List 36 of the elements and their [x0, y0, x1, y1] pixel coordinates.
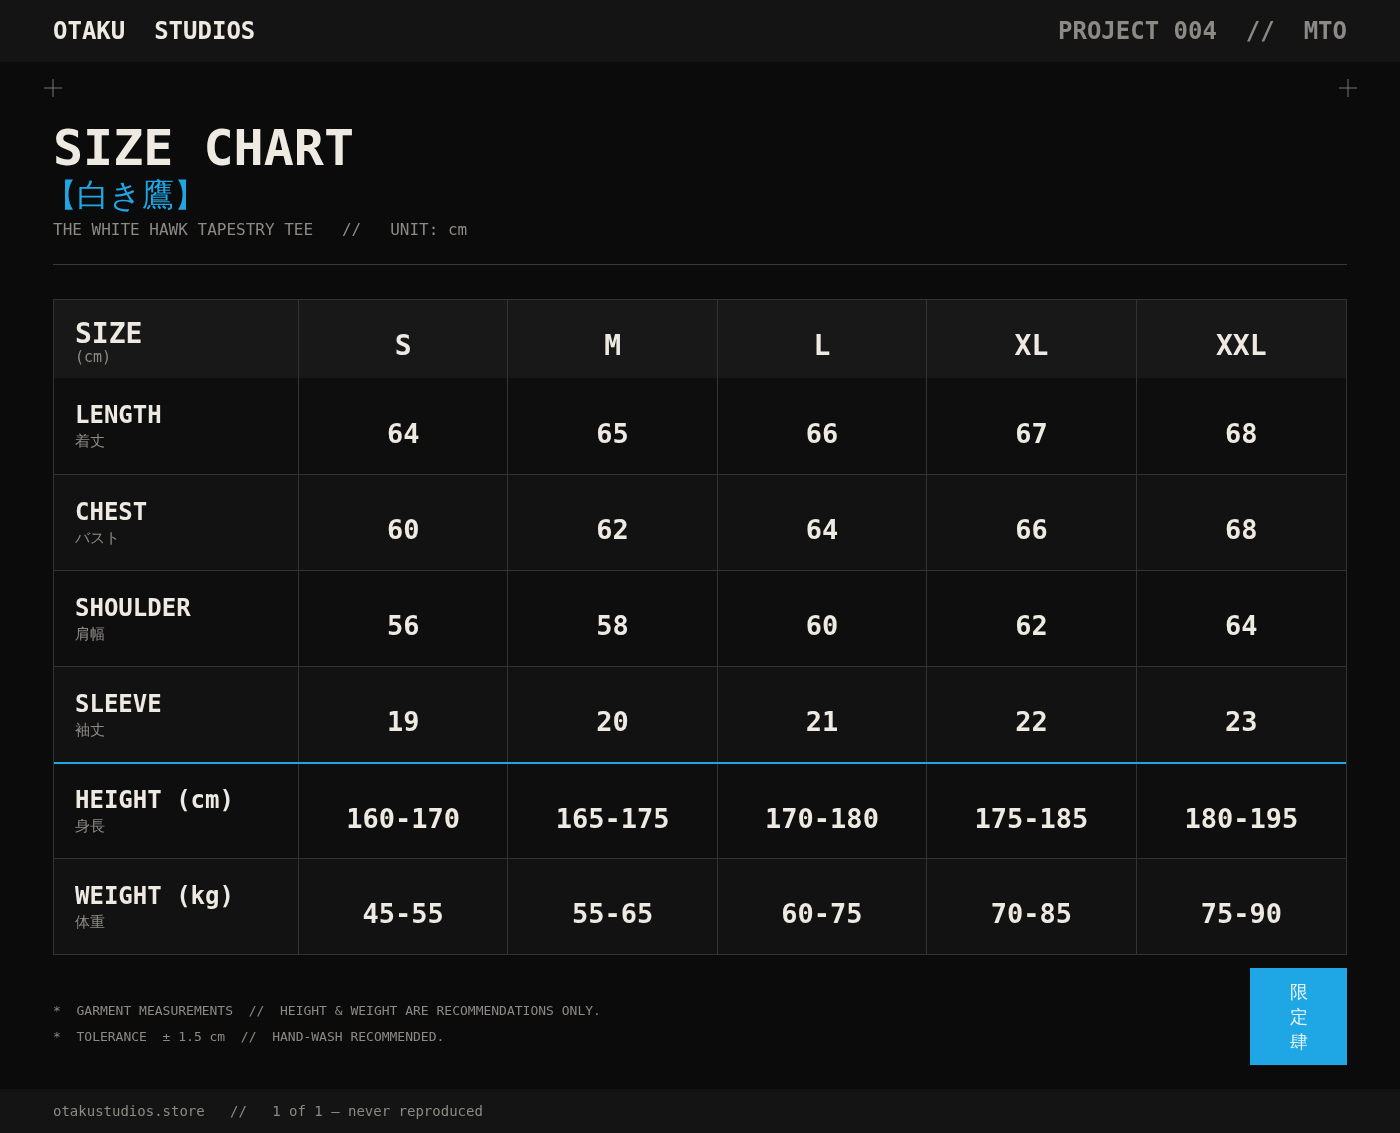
row-label-japanese: 着丈 [75, 431, 106, 452]
row-label: WEIGHT (kg) [75, 880, 235, 911]
footer-text: otakustudios.store // 1 of 1 — never reproduced [53, 1101, 483, 1121]
table-cell: 60-75 [717, 859, 928, 954]
brand-name: OTAKU STUDIOS [53, 16, 256, 47]
project-label: PROJECT 004 // MTO [1058, 16, 1347, 47]
header-label: SIZE [75, 320, 144, 348]
row-label: SLEEVE [75, 688, 163, 719]
table-cell: 70-85 [927, 859, 1137, 954]
table-cell: 45-55 [299, 859, 509, 954]
stamp-badge: 限定肆 [1250, 968, 1347, 1065]
row-label-japanese: 肩幅 [75, 623, 106, 645]
crosshair-icon [44, 79, 62, 97]
footnote: * TOLERANCE ± 1.5 cm // HAND-WASH RECOMMENDED. [53, 1027, 446, 1046]
table-cell-text: 64 [1224, 609, 1259, 644]
row-label: HEIGHT (cm) [75, 785, 235, 815]
table-cell-text: 23 [1224, 705, 1259, 740]
page-title: SIZE CHART [53, 120, 356, 176]
unit-label: (cm) [75, 348, 113, 366]
crosshair-icon [1339, 79, 1357, 97]
table-cell: 55-65 [508, 859, 718, 954]
column-header: XXL [1215, 328, 1268, 364]
row-label-japanese: 身長 [75, 816, 106, 837]
footnote: * GARMENT MEASUREMENTS // HEIGHT & WEIGHT ARE RECOMMENDATIONS ONLY. [53, 1002, 601, 1020]
row-label: SHOULDER [75, 592, 192, 623]
table-cell-text: 68 [1224, 513, 1259, 548]
table-cell-text: 68 [1224, 416, 1259, 451]
table-cell-text: 75-90 [1199, 897, 1283, 932]
row-label-japanese: 体重 [75, 911, 106, 933]
row-label: CHEST [75, 496, 149, 527]
row-label-japanese: 袖丈 [75, 719, 106, 741]
row-label: LENGTH [75, 400, 163, 430]
row-label-japanese: バスト [75, 527, 121, 549]
subtitle: THE WHITE HAWK TAPESTRY TEE // UNIT: cm [53, 219, 469, 241]
japanese-title: 【白き鷹】 [45, 176, 207, 214]
table-cell-text: 180-195 [1183, 801, 1300, 836]
